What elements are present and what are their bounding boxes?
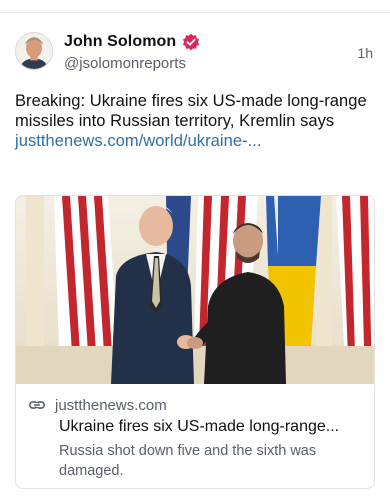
link-title[interactable]: Ukraine fires six US-made long-range... — [59, 418, 369, 436]
post-link[interactable]: justthenews.com/world/ukraine-... — [15, 132, 262, 150]
author-handle[interactable]: @jsolomonreports — [64, 55, 186, 72]
link-icon — [28, 396, 46, 414]
link-preview-meta: justthenews.com Ukraine fires six US-mad… — [16, 384, 374, 488]
author-name[interactable]: John Solomon — [64, 33, 176, 51]
post-text-content: Breaking: Ukraine fires six US-made long… — [15, 92, 367, 130]
link-preview-card[interactable]: justthenews.com Ukraine fires six US-mad… — [15, 195, 375, 489]
link-description: Russia shot down five and the sixth was … — [59, 443, 317, 479]
post-text: Breaking: Ukraine fires six US-made long… — [15, 91, 370, 151]
author-row: John Solomon — [64, 32, 200, 52]
avatar[interactable] — [15, 32, 53, 70]
post[interactable]: John Solomon @jsolomonreports 1h Breakin… — [0, 13, 390, 500]
link-domain: justthenews.com — [55, 396, 167, 414]
post-timestamp[interactable]: 1h — [357, 45, 373, 61]
link-domain-row: justthenews.com — [28, 396, 167, 414]
verified-badge-icon — [182, 33, 200, 51]
link-preview-image[interactable] — [16, 196, 374, 384]
